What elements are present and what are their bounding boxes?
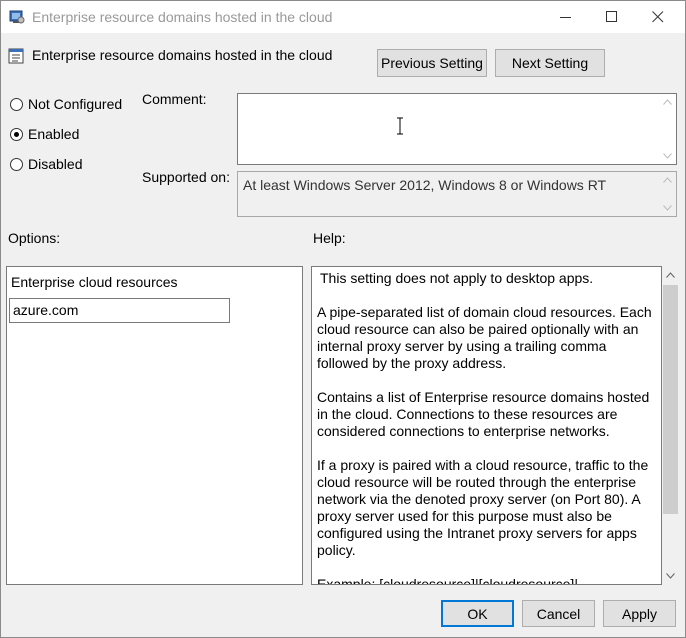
help-paragraph: This setting does not apply to desktop a… — [320, 270, 594, 286]
supported-scrollbar[interactable] — [659, 172, 676, 216]
supported-on-label: Supported on: — [142, 169, 230, 185]
help-panel: This setting does not apply to desktop a… — [311, 266, 662, 585]
comment-label: Comment: — [142, 91, 207, 107]
help-paragraph: Contains a list of Enterprise resource d… — [317, 389, 650, 439]
title-bar[interactable]: Enterprise resource domains hosted in th… — [1, 1, 685, 33]
close-button[interactable] — [635, 1, 681, 33]
scroll-up-icon[interactable] — [663, 177, 672, 183]
scroll-down-icon[interactable] — [663, 205, 672, 211]
previous-setting-button[interactable]: Previous Setting — [377, 49, 487, 77]
scroll-up-icon[interactable] — [663, 99, 672, 105]
maximize-icon — [606, 11, 617, 22]
apply-button[interactable]: Apply — [603, 600, 676, 627]
supported-on-value: At least Windows Server 2012, Windows 8 … — [243, 177, 607, 193]
scroll-down-icon[interactable] — [663, 153, 672, 159]
cancel-button[interactable]: Cancel — [522, 600, 595, 627]
cloud-resources-label: Enterprise cloud resources — [11, 274, 178, 290]
radio-circle[interactable] — [10, 127, 23, 141]
comment-scrollbar[interactable] — [659, 94, 676, 164]
scroll-thumb[interactable] — [663, 285, 678, 514]
policy-title: Enterprise resource domains hosted in th… — [32, 47, 333, 63]
help-scrollbar[interactable] — [662, 266, 679, 585]
help-label: Help: — [313, 230, 346, 246]
radio-circle[interactable] — [10, 97, 23, 111]
comment-field[interactable] — [237, 93, 677, 165]
radio-label: Not Configured — [28, 96, 123, 112]
radio-label: Disabled — [28, 156, 83, 172]
help-text: This setting does not apply to desktop a… — [317, 270, 657, 585]
radio-not-configured[interactable]: Not Configured — [10, 95, 122, 113]
options-panel: Enterprise cloud resources azure.com — [6, 266, 303, 585]
group-policy-app-icon — [9, 9, 25, 25]
minimize-icon — [560, 17, 571, 18]
radio-disabled[interactable]: Disabled — [10, 155, 82, 173]
next-setting-button[interactable]: Next Setting — [495, 49, 605, 77]
supported-on-field: At least Windows Server 2012, Windows 8 … — [237, 171, 677, 217]
scroll-down-icon[interactable] — [666, 573, 675, 579]
help-paragraph: Example: [cloudresource]|[cloudresource]… — [317, 576, 578, 585]
radio-enabled[interactable]: Enabled — [10, 125, 79, 143]
policy-setting-icon — [8, 48, 24, 64]
policy-dialog: Enterprise resource domains hosted in th… — [0, 0, 686, 638]
help-paragraph: A pipe-separated list of domain cloud re… — [317, 304, 652, 371]
maximize-button[interactable] — [589, 1, 635, 33]
scroll-up-icon[interactable] — [666, 272, 675, 278]
options-label: Options: — [8, 230, 61, 246]
radio-circle[interactable] — [10, 157, 23, 171]
window-title: Enterprise resource domains hosted in th… — [32, 9, 333, 25]
cloud-resources-input[interactable]: azure.com — [9, 298, 230, 323]
help-paragraph: If a proxy is paired with a cloud resour… — [317, 457, 649, 558]
ok-button[interactable]: OK — [441, 600, 514, 627]
text-cursor-icon — [396, 117, 404, 138]
close-icon — [652, 11, 664, 23]
minimize-button[interactable] — [543, 1, 589, 33]
radio-label: Enabled — [28, 126, 80, 142]
